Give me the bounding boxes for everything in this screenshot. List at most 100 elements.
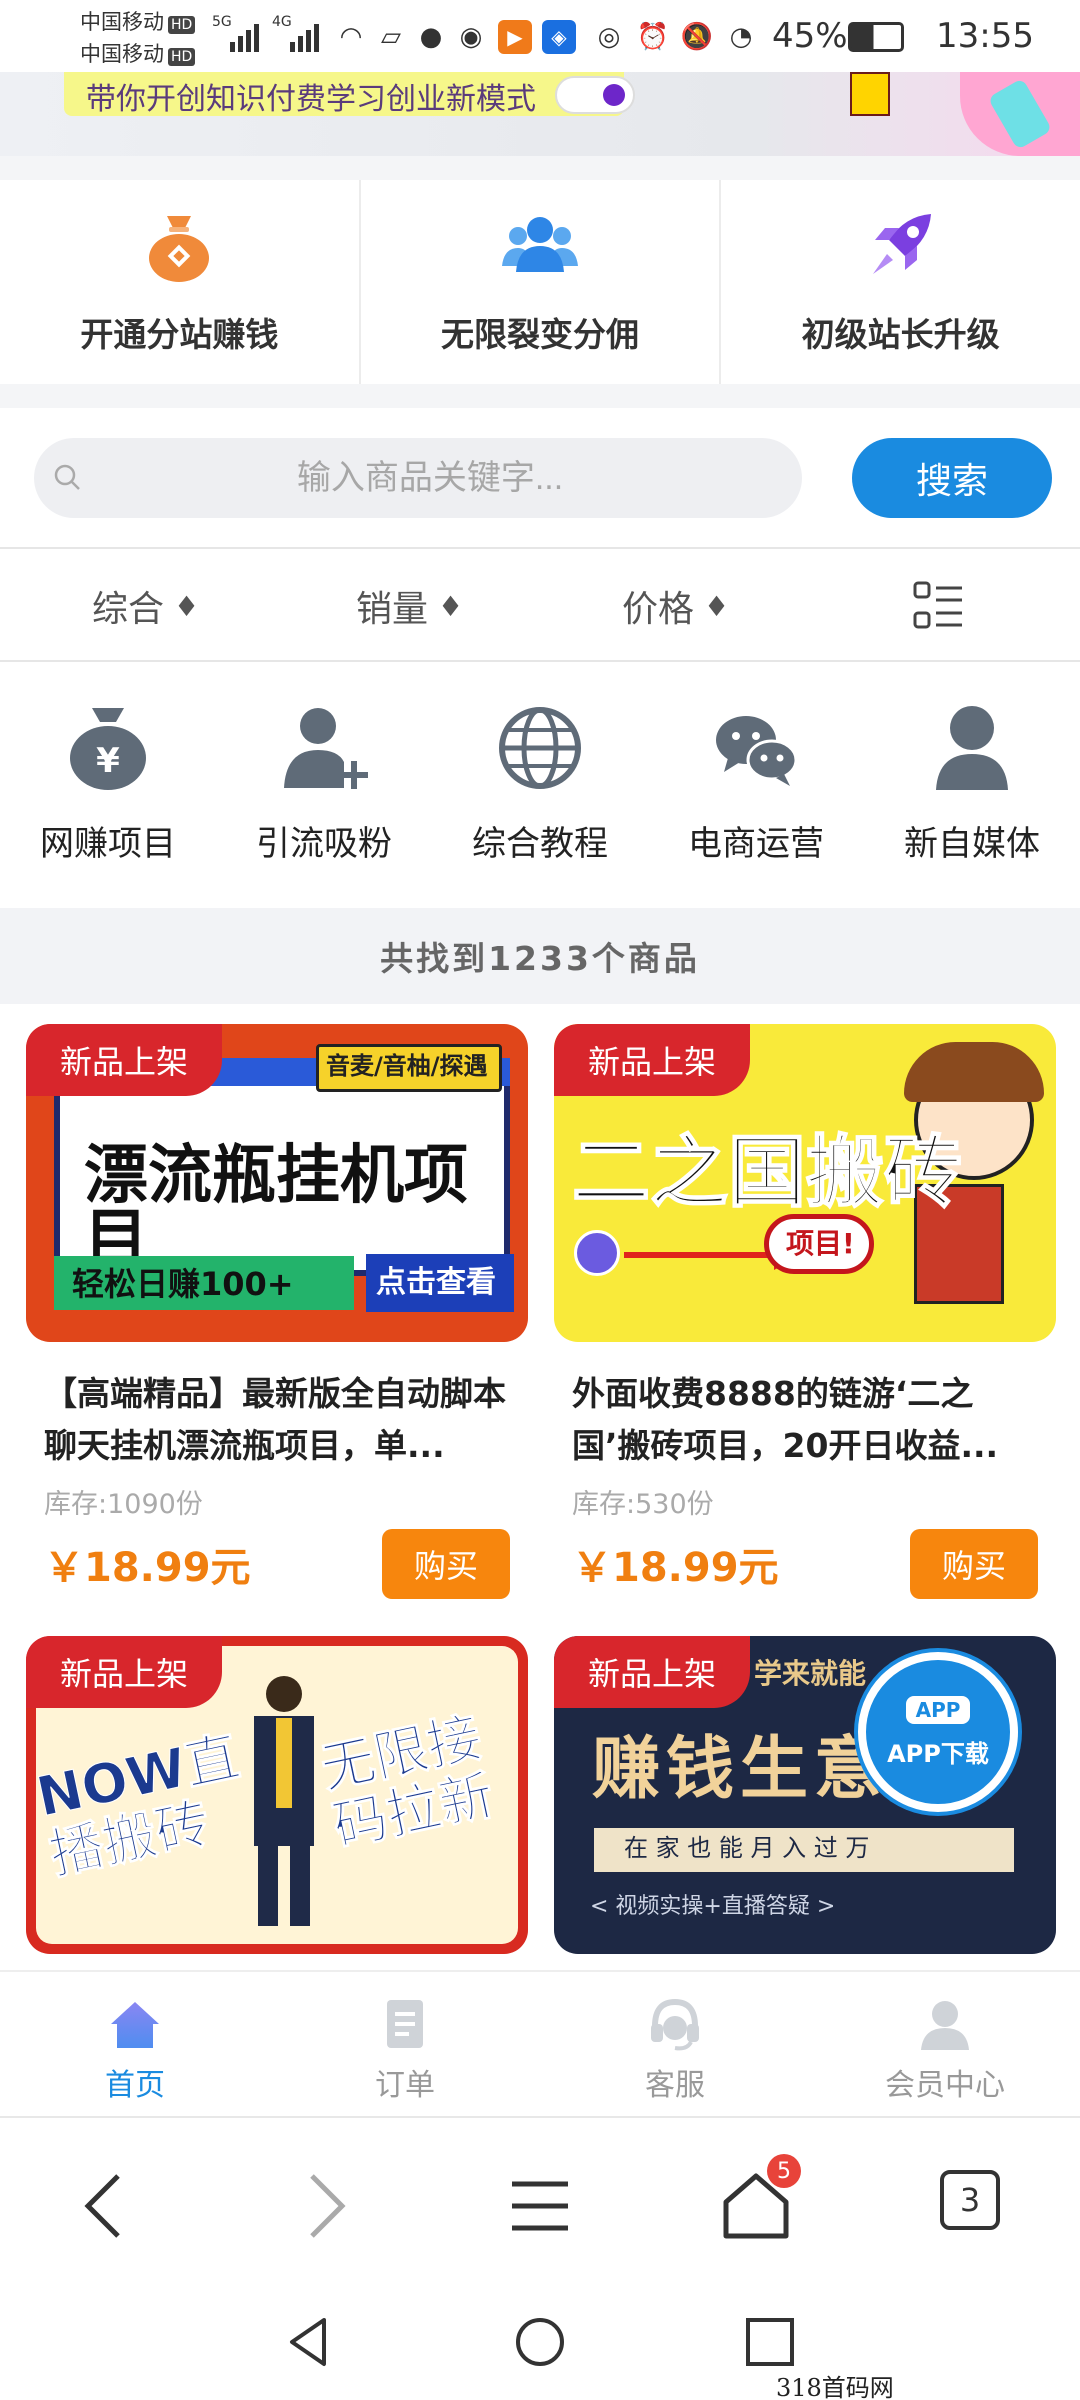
home-icon: [111, 2002, 159, 2048]
new-badge: 新品上架: [26, 1024, 222, 1096]
banner-decoration: [960, 72, 1080, 156]
banner-toggle: [555, 76, 635, 114]
product-card[interactable]: NOW直播搬砖 无限接码拉新 新品上架: [26, 1636, 528, 1954]
feature-upgrade[interactable]: 初级站长升级: [721, 180, 1080, 384]
bottom-tab-bar: 首页 订单 客服 会员中心: [0, 1970, 1080, 2116]
product-image-subline: 轻松日赚100+: [72, 1265, 294, 1303]
feature-fission[interactable]: 无限裂变分佣: [361, 180, 722, 384]
tab-support[interactable]: 客服: [540, 1972, 810, 2116]
svg-text:¥: ¥: [96, 741, 120, 781]
sort-label: 综合: [92, 589, 165, 630]
search-icon: [54, 464, 80, 490]
headset-icon: [651, 1998, 699, 2051]
forward-icon[interactable]: [284, 2166, 364, 2246]
product-image-tag: 项目!: [786, 1227, 855, 1260]
feature-open-substation[interactable]: 开通分站赚钱: [0, 180, 361, 384]
new-badge: 新品上架: [26, 1636, 222, 1708]
money-bag-icon: [149, 216, 210, 282]
tabs-count-button[interactable]: 3: [940, 2170, 1000, 2230]
banner-text: 带你开创知识付费学习创业新模式: [86, 82, 536, 117]
sort-arrow-icon: ♦: [174, 589, 200, 623]
banner-tag: [850, 72, 890, 116]
mute-icon: 🔕: [680, 22, 714, 52]
globe-icon: [499, 707, 581, 789]
play-app-icon: ▶: [498, 20, 532, 54]
buy-button[interactable]: 购买: [382, 1529, 510, 1599]
sort-arrow-icon: ♦: [438, 589, 464, 623]
feature-label: 无限裂变分佣: [441, 315, 639, 354]
product-title[interactable]: 【高端精品】最新版全自动脚本聊天挂机漂流瓶项目，单...: [26, 1368, 528, 1472]
tab-label: 订单: [375, 2068, 435, 2103]
category-label: 综合教程: [472, 824, 608, 864]
product-title[interactable]: 外面收费8888的链游‘二之国’搬砖项目，20开日收益...: [554, 1368, 1056, 1472]
tab-home[interactable]: 首页: [0, 1972, 270, 2116]
result-count: 共找到1233个商品: [380, 939, 700, 978]
top-banner[interactable]: 带你开创知识付费学习创业新模式: [0, 72, 1080, 156]
app-download-button[interactable]: APP APP下载: [858, 1652, 1018, 1812]
carrier-1: 中国移动 HD: [80, 6, 196, 36]
signal-2-icon: [290, 18, 319, 52]
product-image-top-text: 学来就能: [754, 1657, 867, 1690]
category-money-projects[interactable]: ¥ 网赚项目: [0, 662, 216, 908]
back-icon[interactable]: [66, 2166, 146, 2246]
notification-badge: 5: [767, 2154, 801, 2188]
buy-button[interactable]: 购买: [910, 1529, 1038, 1599]
product-stock: 库存:1090份: [44, 1489, 203, 1520]
sort-label: 销量: [356, 589, 429, 630]
sort-general[interactable]: 综合 ♦: [92, 580, 199, 632]
sort-price[interactable]: 价格 ♦: [622, 580, 729, 632]
tab-orders[interactable]: 订单: [270, 1972, 540, 2116]
product-image-tagline: 在 家 也 能 月 入 过 万: [624, 1834, 870, 1862]
signal-1-icon: [230, 18, 259, 52]
qq-icon: ●: [419, 22, 443, 52]
system-home-icon[interactable]: [510, 2312, 570, 2372]
sort-sales[interactable]: 销量 ♦: [356, 580, 463, 632]
product-card[interactable]: 二之国搬砖 项目! 新品上架 外面收费8888的链游‘二之国’搬砖项目，20开日…: [554, 1024, 1056, 1599]
order-icon: [387, 2000, 423, 2048]
folder-icon: ▱: [381, 22, 401, 52]
bulb-app-icon: ◈: [542, 20, 576, 54]
tab-label: 首页: [105, 2068, 165, 2103]
network-type-1: 5G: [212, 14, 232, 30]
system-recents-icon[interactable]: [740, 2312, 800, 2372]
new-badge: 新品上架: [554, 1636, 750, 1708]
tab-member-center[interactable]: 会员中心: [810, 1972, 1080, 2116]
battery-icon: [848, 22, 904, 52]
search-button[interactable]: 搜索: [852, 438, 1052, 518]
product-card[interactable]: 学来就能 赚钱生意经 在 家 也 能 月 入 过 万 < 视频实操+直播答疑 >…: [554, 1636, 1056, 1954]
status-bar: 中国移动 HD 中国移动 HD 5G 4G ◠ ▱ ● ◉ ▶ ◈ ◎ ⏰ 🔕 ◔ …: [0, 0, 1080, 72]
separator: [0, 156, 1080, 180]
wechat-icon: [716, 716, 798, 786]
product-image-cta: 点击查看: [376, 1265, 496, 1300]
product-price: ￥18.99元: [572, 1545, 779, 1591]
category-label: 网赚项目: [40, 824, 176, 864]
menu-icon[interactable]: [500, 2166, 580, 2246]
product-image-headline: 漂流瓶挂机项目: [84, 1139, 468, 1277]
feature-row: 开通分站赚钱 无限裂变分佣 初级站长升级: [0, 180, 1080, 384]
feature-label: 开通分站赚钱: [80, 315, 279, 354]
product-image[interactable]: NOW直播搬砖 无限接码拉新 新品上架: [26, 1636, 528, 1954]
app-icon: APP: [905, 1695, 971, 1724]
network-type-2: 4G: [272, 14, 292, 30]
category-media[interactable]: 新自媒体: [864, 662, 1080, 908]
product-image-headline: 二之国搬砖: [571, 1128, 963, 1218]
app-download-label: APP下载: [887, 1739, 989, 1768]
list-view-icon[interactable]: [912, 580, 964, 632]
category-traffic[interactable]: 引流吸粉: [216, 662, 432, 908]
add-user-icon: [284, 708, 368, 789]
category-tutorials[interactable]: 综合教程: [432, 662, 648, 908]
battery-percent: 45%: [772, 16, 848, 56]
product-card[interactable]: 音麦/音柚/探遇 漂流瓶挂机项目 轻松日赚100+ 点击查看 新品上架 【高端精…: [26, 1024, 528, 1599]
sort-arrow-icon: ♦: [704, 589, 730, 623]
category-ecommerce[interactable]: 电商运营: [648, 662, 864, 908]
search-input[interactable]: [90, 438, 770, 518]
product-stock: 库存:530份: [572, 1489, 714, 1520]
product-image[interactable]: 音麦/音柚/探遇 漂流瓶挂机项目 轻松日赚100+ 点击查看 新品上架: [26, 1024, 528, 1342]
tab-label: 客服: [645, 2068, 705, 2103]
category-label: 电商运营: [688, 824, 824, 864]
category-label: 引流吸粉: [256, 824, 392, 864]
system-back-icon[interactable]: [280, 2312, 340, 2372]
speed-icon: ◔: [729, 22, 753, 52]
money-bag-icon: ¥: [70, 708, 146, 790]
product-image[interactable]: 二之国搬砖 项目! 新品上架: [554, 1024, 1056, 1342]
